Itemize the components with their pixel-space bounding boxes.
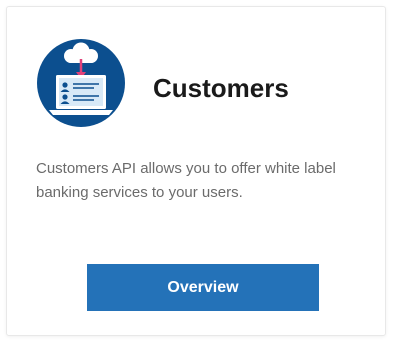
customers-api-icon [37,39,125,127]
card-title: Customers [153,73,289,103]
api-card: Customers Customers API allows you to of… [6,6,386,336]
card-description: Customers API allows you to offer white … [36,160,336,201]
overview-button[interactable]: Overview [87,264,319,311]
